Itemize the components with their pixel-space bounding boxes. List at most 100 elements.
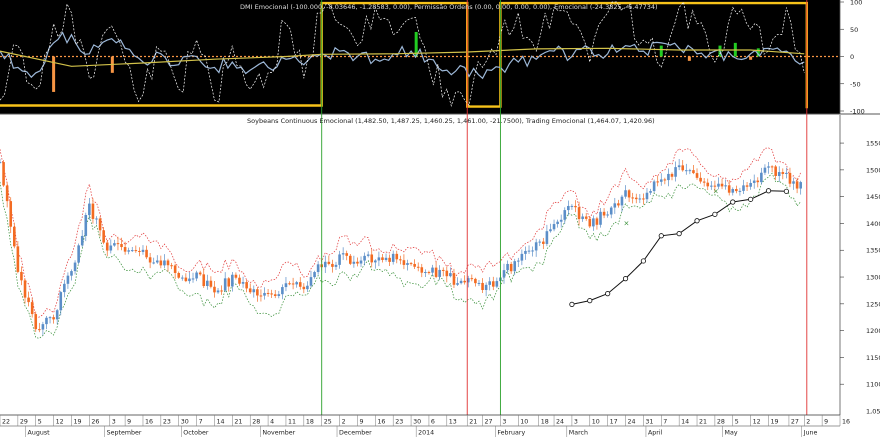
price-y-tick-label: 1150	[866, 354, 880, 362]
x-tick-label: 7	[199, 419, 203, 426]
candle-body	[520, 253, 524, 261]
candle-body	[638, 198, 642, 200]
candle-body	[391, 253, 395, 262]
candle-body	[77, 245, 80, 263]
candle-body	[370, 254, 374, 263]
x-tick-label: 19	[73, 419, 81, 426]
candle-body	[706, 182, 710, 187]
candle-body	[23, 280, 27, 298]
x-tick-label: 5	[38, 419, 42, 426]
candle-body	[9, 201, 13, 227]
candle-body	[702, 181, 706, 183]
x-tick-label: 9	[359, 419, 363, 426]
candle-body	[220, 290, 223, 292]
candle-body	[413, 263, 416, 267]
candle-body	[63, 283, 66, 293]
x-tick-label: 17	[610, 419, 618, 426]
candle-body	[155, 260, 159, 263]
candle-body	[202, 274, 206, 287]
candle-body	[388, 257, 391, 262]
candle-body	[130, 250, 134, 252]
x-tick-label: 30	[413, 419, 421, 426]
candle-body	[556, 221, 559, 225]
candle-body	[138, 250, 141, 252]
candle-body	[345, 253, 349, 256]
candle-body	[577, 207, 581, 220]
candle-body	[148, 257, 152, 263]
candle-body	[431, 267, 434, 273]
month-label: May	[725, 430, 738, 437]
candle-body	[323, 261, 327, 268]
candle-body	[98, 218, 102, 231]
price-panel: 1550 1500 1450 1400 1350 1300 1250 1200 1150 1100…	[0, 115, 880, 416]
candle-body	[588, 218, 592, 227]
price-y-tick-label: 1450	[866, 193, 880, 201]
x-tick-label: 24	[556, 419, 564, 426]
candle-body	[692, 170, 695, 174]
x-tick-label: 2	[342, 419, 346, 426]
x-tick-label: 28	[252, 419, 260, 426]
candle-body	[695, 173, 699, 178]
candle-body	[309, 277, 313, 286]
chart-canvas: 100500-50-100 15501500145014001350130012…	[0, 0, 880, 437]
month-label: November	[262, 430, 295, 437]
candle-body	[438, 269, 441, 277]
candle-body	[134, 250, 138, 252]
candle-body	[785, 172, 788, 174]
trading-point	[676, 231, 682, 237]
price-y-tick-label: 1550	[866, 140, 880, 148]
x-tick-label: 3	[112, 419, 116, 426]
x-tick-label: 16	[377, 419, 385, 426]
candle-body	[127, 250, 130, 252]
candle-body	[209, 280, 213, 287]
month-label: September	[107, 430, 142, 437]
candle-body	[5, 185, 9, 202]
x-tick-label: 7	[663, 419, 667, 426]
candle-body	[670, 173, 674, 177]
candle-body	[506, 263, 509, 271]
candle-body	[717, 183, 720, 187]
x-tick-label: 25	[324, 419, 332, 426]
candle-body	[524, 250, 527, 254]
signal-marker: ×	[624, 219, 630, 227]
candle-body	[366, 254, 370, 256]
candle-body	[198, 272, 202, 275]
candle-body	[399, 259, 402, 261]
candle-body	[459, 280, 463, 284]
x-tick-label: 13	[449, 419, 457, 426]
x-tick-label: 6	[431, 419, 435, 426]
candle-body	[491, 281, 495, 287]
candle-body	[509, 263, 513, 272]
candle-body	[409, 263, 413, 265]
candle-body	[341, 253, 345, 255]
candle-body	[34, 314, 38, 330]
x-tick-label: 27	[791, 419, 799, 426]
trading-point	[783, 188, 789, 194]
candle-body	[141, 249, 145, 252]
candle-body	[538, 241, 542, 243]
candle-body	[634, 197, 638, 200]
month-label: 2014	[418, 430, 434, 437]
candle-body	[213, 286, 216, 293]
candle-body	[145, 249, 148, 258]
x-tick-label: 14	[216, 419, 224, 426]
indicator-histogram-bar	[749, 56, 753, 60]
x-tick-label: 21	[699, 419, 707, 426]
x-tick-label: 18	[541, 419, 549, 426]
x-tick-label: 10	[520, 419, 528, 426]
candle-body	[752, 180, 756, 183]
x-tick-label: 21	[234, 419, 242, 426]
candle-body	[749, 182, 752, 187]
candle-body	[191, 278, 195, 280]
candle-body	[735, 189, 738, 192]
candle-body	[277, 294, 281, 296]
candle-body	[313, 272, 316, 278]
x-tick-label: 21	[469, 419, 477, 426]
candle-body	[527, 250, 531, 252]
candle-body	[48, 317, 52, 319]
candle-body	[395, 253, 399, 260]
candle-body	[273, 294, 277, 296]
price-y-tick-label: 1200	[866, 327, 880, 335]
candle-body	[681, 165, 685, 171]
candle-body	[406, 263, 409, 265]
